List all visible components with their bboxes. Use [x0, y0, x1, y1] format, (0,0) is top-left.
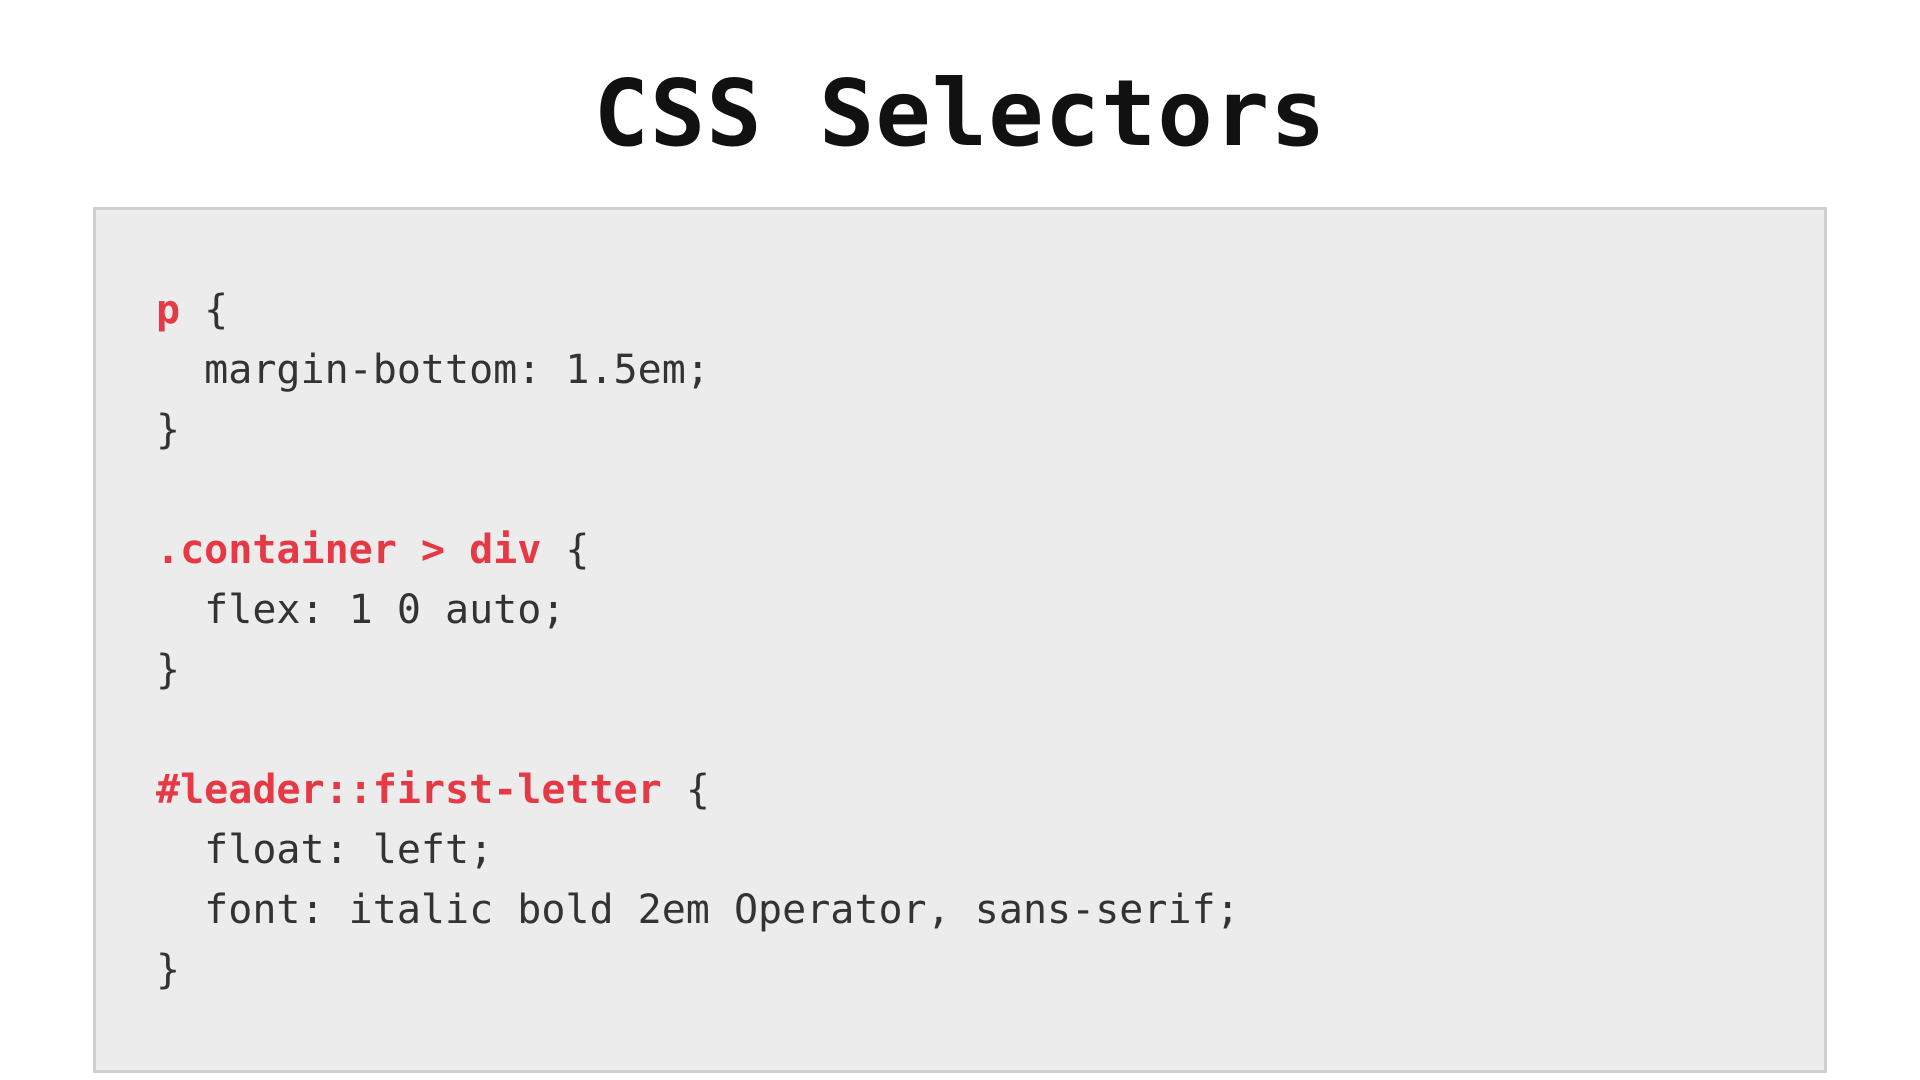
brace-close-3: } [156, 947, 180, 993]
selector-3: #leader::first-letter [156, 767, 662, 813]
rule-2: flex: 1 0 auto; [156, 587, 565, 633]
slide: CSS Selectors p { margin-bottom: 1.5em; … [0, 0, 1920, 1080]
code-content: p { margin-bottom: 1.5em; } .container >… [156, 280, 1764, 1000]
brace-close-1: } [156, 407, 180, 453]
selector-1: p [156, 287, 180, 333]
brace-open-3: { [662, 767, 710, 813]
rule-1: margin-bottom: 1.5em; [156, 347, 710, 393]
brace-open-2: { [541, 527, 589, 573]
slide-title: CSS Selectors [593, 60, 1326, 167]
brace-close-2: } [156, 647, 180, 693]
rule-3b: font: italic bold 2em Operator, sans-ser… [156, 887, 1240, 933]
code-block: p { margin-bottom: 1.5em; } .container >… [93, 207, 1827, 1073]
rule-3a: float: left; [156, 827, 493, 873]
brace-open-1: { [180, 287, 228, 333]
selector-2: .container > div [156, 527, 541, 573]
